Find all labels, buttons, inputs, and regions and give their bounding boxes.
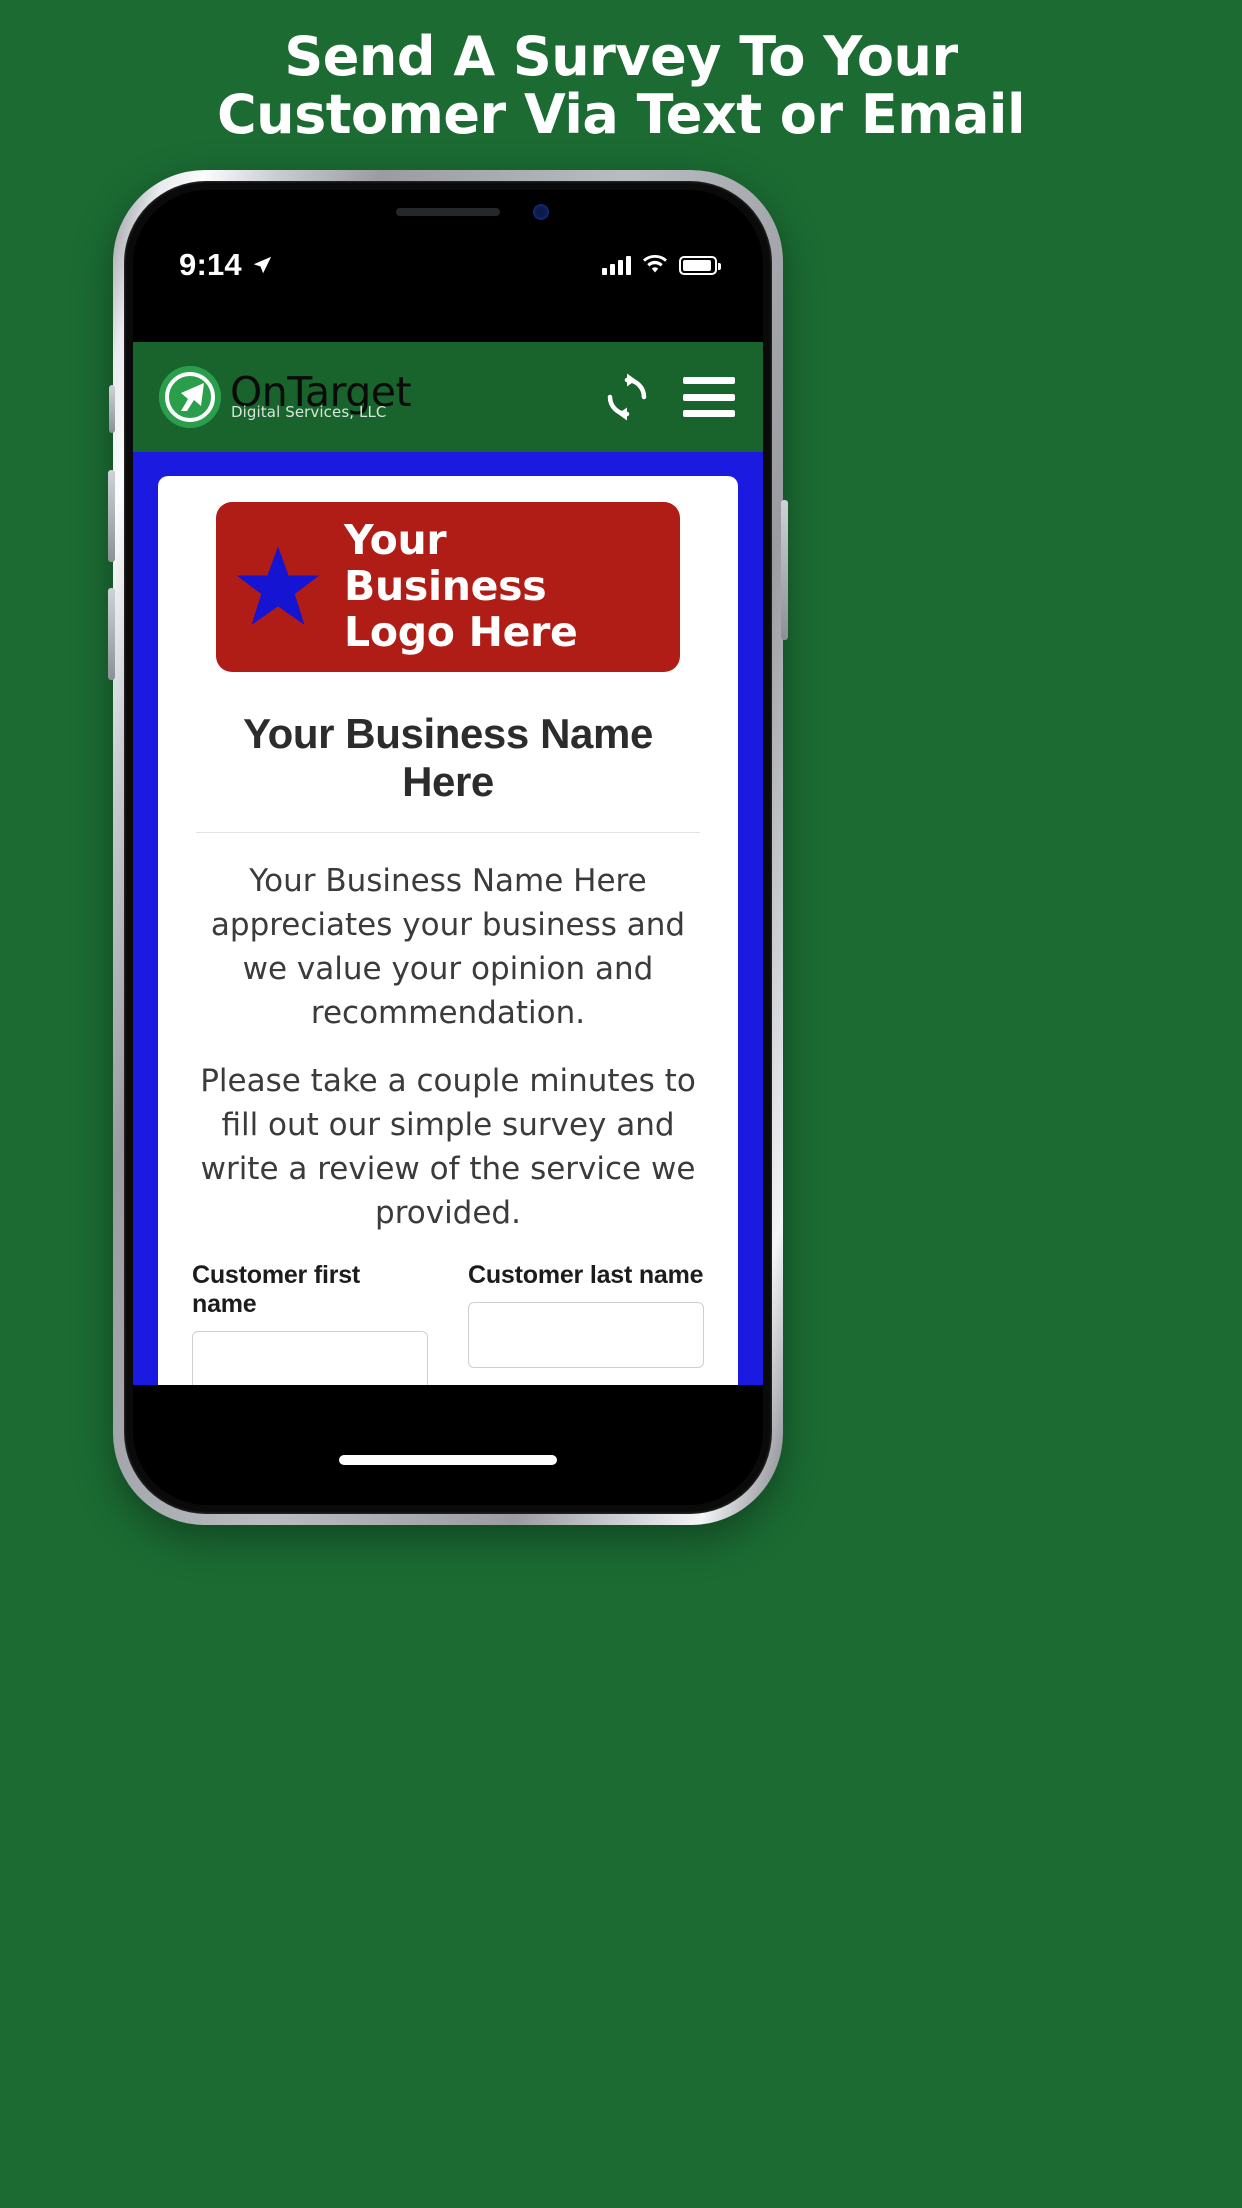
ontarget-arrow-logo-icon bbox=[159, 366, 221, 428]
phone-volume-down-button[interactable] bbox=[108, 588, 115, 680]
business-logo-banner: Your Business Logo Here bbox=[216, 502, 680, 672]
promo-headline-line2: Customer Via Text or Email bbox=[217, 82, 1025, 146]
intro-paragraph-1: Your Business Name Here appreciates your… bbox=[210, 863, 686, 1032]
hamburger-menu-icon[interactable] bbox=[683, 377, 735, 417]
phone-frame-inner: 9:14 OnTarget Digital Services, LLC Your… bbox=[124, 181, 772, 1514]
location-arrow-icon bbox=[253, 256, 272, 274]
first-name-field-group: Customer first name bbox=[192, 1261, 428, 1385]
logo-banner-line2: Logo Here bbox=[344, 607, 578, 656]
earpiece-speaker-icon bbox=[396, 208, 500, 216]
home-indicator[interactable] bbox=[339, 1455, 557, 1465]
first-name-input[interactable] bbox=[192, 1331, 428, 1385]
phone-screen: 9:14 OnTarget Digital Services, LLC Your… bbox=[133, 190, 763, 1505]
app-header-bar: OnTarget Digital Services, LLC bbox=[133, 342, 763, 452]
last-name-input[interactable] bbox=[468, 1302, 704, 1369]
phone-power-button[interactable] bbox=[781, 500, 788, 640]
business-logo-text: Your Business Logo Here bbox=[344, 516, 662, 656]
front-camera-icon bbox=[533, 204, 549, 220]
ios-status-bar: 9:14 bbox=[133, 242, 763, 288]
promo-headline-line1: Send A Survey To Your bbox=[284, 25, 958, 88]
status-bar-right bbox=[602, 255, 721, 275]
wifi-icon bbox=[643, 255, 667, 273]
last-name-label: Customer last name bbox=[468, 1261, 704, 1290]
survey-card: Your Business Logo Here Your Business Na… bbox=[158, 476, 738, 1385]
phone-mute-switch[interactable] bbox=[109, 385, 115, 433]
first-name-label: Customer first name bbox=[192, 1261, 361, 1319]
intro-paragraph-2: Please take a couple minutes to fill out… bbox=[200, 1063, 696, 1232]
name-fields-row: Customer first name Customer last name bbox=[192, 1261, 704, 1385]
phone-notch bbox=[303, 190, 593, 232]
status-bar-left: 9:14 bbox=[179, 247, 273, 283]
cellular-bars-icon bbox=[602, 255, 631, 275]
star-icon bbox=[236, 546, 320, 625]
business-name-heading: Your Business Name Here bbox=[243, 710, 653, 805]
phone-volume-up-button[interactable] bbox=[108, 470, 115, 562]
brand-tagline-text: Digital Services, LLC bbox=[231, 403, 387, 421]
phone-device-mockup: 9:14 OnTarget Digital Services, LLC Your… bbox=[108, 170, 788, 1525]
brand-logo[interactable]: OnTarget Digital Services, LLC bbox=[159, 366, 412, 428]
battery-icon bbox=[679, 255, 721, 275]
promo-headline: Send A Survey To Your Customer Via Text … bbox=[0, 28, 1242, 144]
app-viewport: OnTarget Digital Services, LLC Your Busi… bbox=[133, 342, 763, 1385]
header-actions bbox=[603, 373, 735, 421]
logo-banner-line1: Your Business bbox=[344, 516, 547, 611]
heading-divider bbox=[196, 832, 700, 833]
refresh-sync-icon[interactable] bbox=[603, 373, 651, 421]
last-name-field-group: Customer last name bbox=[468, 1261, 704, 1385]
status-bar-time: 9:14 bbox=[179, 247, 242, 282]
